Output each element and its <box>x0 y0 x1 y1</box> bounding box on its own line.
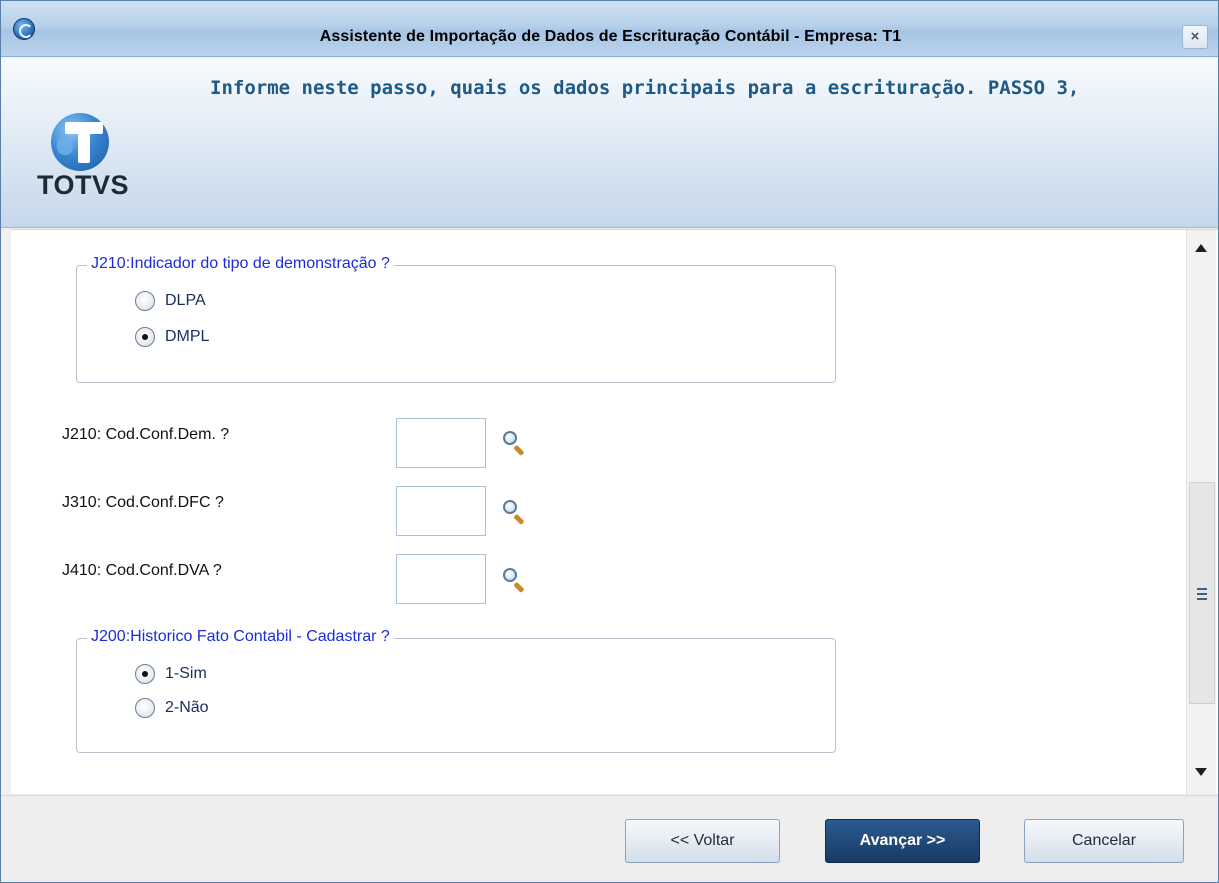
field-label-dem: J210: Cod.Conf.Dem. ? <box>62 426 230 443</box>
radio-label: 2-Não <box>165 699 209 716</box>
vertical-scrollbar[interactable] <box>1186 230 1216 794</box>
scroll-up-arrow-icon[interactable] <box>1195 244 1207 252</box>
cancel-button[interactable]: Cancelar <box>1024 819 1184 863</box>
magnifier-icon[interactable] <box>501 429 527 457</box>
group-demonstracao: J210:Indicador do tipo de demonstração ?… <box>76 255 836 383</box>
radio-button-icon[interactable] <box>135 291 155 311</box>
field-label-dfc: J310: Cod.Conf.DFC ? <box>62 494 224 511</box>
step-instruction: Informe neste passo, quais os dados prin… <box>210 77 1080 99</box>
wizard-footer: << Voltar Avançar >> Cancelar <box>1 795 1218 882</box>
radio-button-icon[interactable] <box>135 698 155 718</box>
radio-dlpa[interactable]: DLPA <box>135 291 206 311</box>
cod-conf-dva-input[interactable] <box>396 554 486 604</box>
cod-conf-dfc-input[interactable] <box>396 486 486 536</box>
totvs-logo-icon <box>51 113 109 171</box>
back-button[interactable]: << Voltar <box>625 819 780 863</box>
close-button[interactable]: × <box>1182 25 1208 49</box>
radio-nao[interactable]: 2-Não <box>135 698 209 718</box>
window-title: Assistente de Importação de Dados de Esc… <box>319 28 902 45</box>
title-bar: Assistente de Importação de Dados de Esc… <box>1 1 1218 57</box>
cod-conf-dem-input[interactable] <box>396 418 486 468</box>
field-label-dva: J410: Cod.Conf.DVA ? <box>62 562 222 579</box>
grip-icon <box>1197 588 1207 600</box>
radio-label: DMPL <box>165 328 210 345</box>
wizard-header: TOTVS Informe neste passo, quais os dado… <box>1 58 1218 228</box>
group-legend: J210:Indicador do tipo de demonstração ? <box>87 255 394 273</box>
logo-text: TOTVS <box>37 170 130 200</box>
scroll-down-arrow-icon[interactable] <box>1195 768 1207 776</box>
magnifier-icon[interactable] <box>501 566 527 594</box>
group-historico: J200:Historico Fato Contabil - Cadastrar… <box>76 628 836 753</box>
next-button[interactable]: Avançar >> <box>825 819 980 863</box>
radio-button-selected-icon[interactable] <box>135 327 155 347</box>
group-legend: J200:Historico Fato Contabil - Cadastrar… <box>87 628 394 646</box>
radio-label: 1-Sim <box>165 665 207 682</box>
scroll-thumb[interactable] <box>1189 482 1215 704</box>
magnifier-icon[interactable] <box>501 498 527 526</box>
form-panel: J210:Indicador do tipo de demonstração ?… <box>11 229 1218 794</box>
wizard-window: Assistente de Importação de Dados de Esc… <box>0 0 1219 883</box>
radio-dmpl[interactable]: DMPL <box>135 327 209 347</box>
radio-label: DLPA <box>165 292 206 309</box>
radio-button-selected-icon[interactable] <box>135 664 155 684</box>
radio-sim[interactable]: 1-Sim <box>135 664 207 684</box>
